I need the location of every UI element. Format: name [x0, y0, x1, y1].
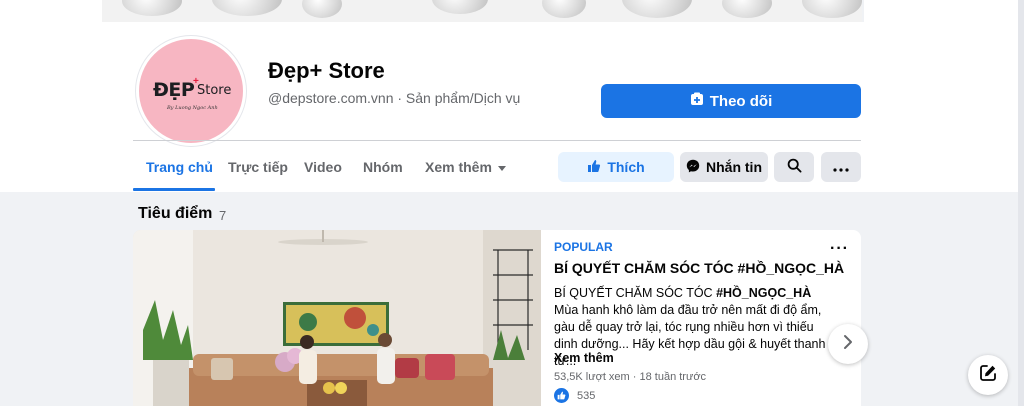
tab-more[interactable]: Xem thêm [425, 159, 506, 175]
reactions-summary[interactable]: 535 [554, 388, 595, 403]
like-button[interactable]: Thích [558, 152, 674, 182]
page-header: ĐẸP + Store By Luong Ngoc Anh Đẹp+ Store… [0, 22, 1024, 192]
page-title: Đẹp+ Store [268, 58, 385, 83]
page-subtitle: @depstore.com.vnn · Sản phẩm/Dịch vụ [268, 90, 521, 106]
post-hashtag-link[interactable]: #HỒ_NGỌC_HÀ [716, 286, 811, 300]
post-meta: 53,5K lượt xem · 18 tuần trước [554, 371, 707, 383]
avatar-logo-store: Store [197, 83, 232, 98]
post-body-prefix: BÍ QUYẾT CHĂM SÓC TÓC [554, 286, 717, 300]
carousel-next-button[interactable] [828, 324, 868, 364]
compose-message-button[interactable] [968, 355, 1008, 395]
tab-video[interactable]: Video [304, 159, 342, 175]
search-button[interactable] [774, 152, 814, 182]
tab-live[interactable]: Trực tiếp [228, 159, 288, 175]
search-icon [787, 158, 802, 176]
tab-home[interactable]: Trang chủ [146, 159, 213, 175]
tab-more-label: Xem thêm [425, 159, 492, 175]
like-label: Thích [607, 159, 645, 175]
chevron-down-icon [497, 165, 506, 171]
cover-photo[interactable] [102, 0, 862, 22]
post-title: BÍ QUYẾT CHĂM SÓC TÓC #HỒ_NGỌC_HÀ [554, 260, 845, 276]
message-label: Nhắn tin [706, 159, 762, 175]
compose-icon [979, 364, 997, 387]
reaction-count: 535 [577, 389, 596, 402]
window-scrollbar[interactable] [1018, 0, 1024, 406]
featured-post-card[interactable]: POPULAR ··· BÍ QUYẾT CHĂM SÓC TÓC #HỒ_NG… [133, 230, 861, 406]
see-more-link[interactable]: Xem thêm [554, 351, 614, 365]
follow-plus-icon [690, 92, 704, 110]
more-options-button[interactable] [821, 152, 861, 182]
header-divider [133, 140, 861, 141]
tab-groups[interactable]: Nhóm [363, 159, 403, 175]
featured-count: 7 [219, 208, 227, 223]
follow-label: Theo dõi [709, 92, 773, 110]
follow-button[interactable]: Theo dõi [601, 84, 861, 118]
avatar-logo-main: ĐẸP [153, 79, 195, 101]
active-tab-indicator [133, 188, 215, 191]
post-tag: POPULAR [554, 240, 613, 254]
page-avatar[interactable]: ĐẸP + Store By Luong Ngoc Anh [136, 36, 246, 146]
like-reaction-icon [554, 388, 569, 403]
messenger-icon [686, 159, 700, 176]
message-button[interactable]: Nhắn tin [680, 152, 768, 182]
avatar-logo-sub: By Luong Ngoc Anh [167, 105, 218, 111]
chevron-right-icon [842, 334, 854, 355]
thumbs-up-icon [587, 159, 601, 176]
featured-section-title: Tiêu điểm [138, 205, 213, 222]
more-dots-icon [833, 159, 849, 175]
video-thumbnail[interactable] [133, 230, 541, 406]
more-dots-icon[interactable]: ··· [830, 240, 849, 258]
